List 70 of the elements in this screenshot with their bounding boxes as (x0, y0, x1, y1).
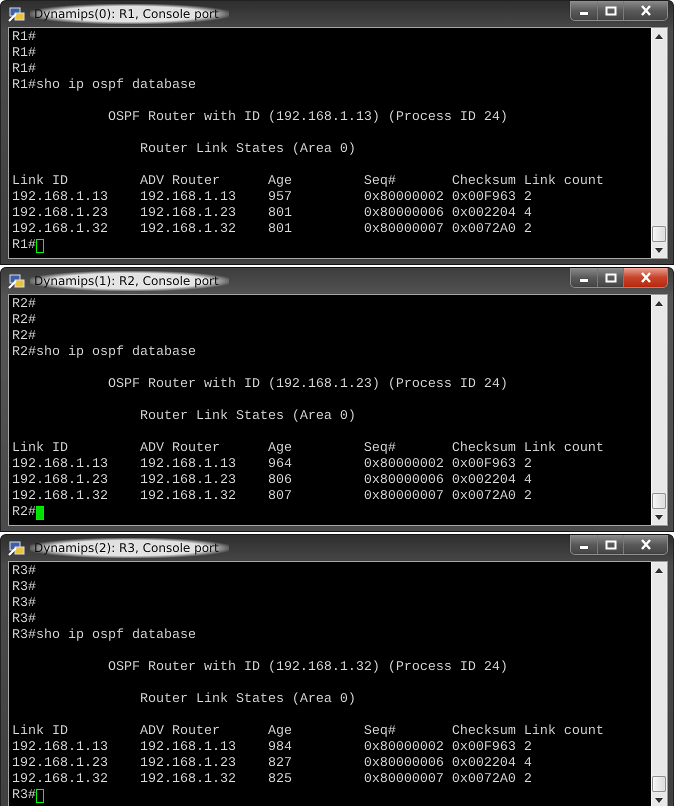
maximize-icon (604, 540, 616, 550)
console-line: 192.168.1.13 192.168.1.13 957 0x80000002 0x00F963 2 (12, 190, 533, 206)
minimize-icon (580, 279, 588, 282)
console-line: R1# (12, 30, 37, 46)
console-prompt: R1# (12, 238, 36, 254)
close-icon (640, 272, 652, 283)
console-app-icon (8, 539, 26, 557)
minimize-icon (580, 546, 588, 549)
console-line: OSPF Router with ID (192.168.1.32) (Process ID 24) (106, 660, 509, 676)
scroll-down-icon[interactable] (655, 248, 663, 252)
scroll-up-icon[interactable] (655, 568, 663, 572)
maximize-button[interactable] (597, 1, 623, 20)
close-icon (640, 5, 652, 16)
console-prompt: R2# (12, 505, 36, 521)
console-line: 192.168.1.32 192.168.1.32 825 0x80000007 0x0072A0 2 (12, 772, 533, 788)
scroll-up-icon[interactable] (655, 34, 663, 38)
scrollbar[interactable] (651, 562, 667, 806)
maximize-icon (604, 272, 616, 282)
console-line: 192.168.1.23 192.168.1.23 801 0x80000006 0x002204 4 (12, 206, 533, 222)
console-line: Link ID ADV Router Age Seq# Checksum Link count (12, 724, 605, 740)
minimize-icon (580, 12, 588, 15)
scroll-up-icon[interactable] (655, 300, 663, 306)
console-line: OSPF Router with ID (192.168.1.23) (Process ID 24) (106, 377, 509, 393)
scroll-down-icon[interactable] (655, 798, 663, 802)
console-line: R1#sho ip ospf database (12, 78, 197, 94)
console-line: R2# (12, 329, 37, 345)
console-app-icon (8, 272, 26, 290)
console-app-icon (8, 5, 26, 23)
console-line: R3# (12, 564, 37, 580)
minimize-button[interactable] (571, 1, 597, 20)
console-line: 192.168.1.32 192.168.1.32 801 0x80000007 0x0072A0 2 (12, 222, 533, 238)
maximize-button[interactable] (597, 535, 623, 554)
scrollbar[interactable] (651, 295, 667, 525)
console-line: Router Link States (Area 0) (138, 409, 357, 425)
window-title: Dynamips(2): R3, Console port (30, 538, 229, 558)
scroll-down-icon[interactable] (655, 514, 663, 520)
minimize-button[interactable] (571, 268, 597, 287)
scrollbar-thumb[interactable] (652, 226, 666, 242)
console-line: R3# (12, 596, 37, 612)
console-line: R3#sho ip ospf database (12, 628, 197, 644)
close-button[interactable] (623, 1, 667, 20)
console-line: R3# (12, 612, 37, 628)
scrollbar-thumb[interactable] (652, 776, 666, 792)
close-button[interactable] (623, 535, 667, 554)
close-icon (640, 539, 652, 550)
scrollbar-thumb[interactable] (652, 493, 666, 509)
console-line: R2# (12, 297, 37, 313)
console-line: R3# (12, 580, 37, 596)
close-button[interactable] (623, 268, 667, 287)
console-line: Router Link States (Area 0) (138, 142, 357, 158)
maximize-icon (604, 6, 616, 16)
console-line: 192.168.1.13 192.168.1.13 984 0x80000002 0x00F963 2 (12, 740, 533, 756)
minimize-button[interactable] (571, 535, 597, 554)
console-line: R1# (12, 62, 37, 78)
scrollbar[interactable] (651, 28, 667, 258)
console-line: Router Link States (Area 0) (138, 692, 357, 708)
console-line: R1# (12, 46, 37, 62)
window-title: Dynamips(0): R1, Console port (30, 4, 229, 24)
console-line: OSPF Router with ID (192.168.1.13) (Process ID 24) (106, 110, 509, 126)
maximize-button[interactable] (597, 268, 623, 287)
console-line: Link ID ADV Router Age Seq# Checksum Link count (12, 174, 605, 190)
console-line: 192.168.1.13 192.168.1.13 964 0x80000002 0x00F963 2 (12, 457, 533, 473)
window-title: Dynamips(1): R2, Console port (30, 271, 229, 291)
console-line: 192.168.1.32 192.168.1.32 807 0x80000007 0x0072A0 2 (12, 489, 533, 505)
console-line: 192.168.1.23 192.168.1.23 806 0x80000006 0x002204 4 (12, 473, 533, 489)
console-line: 192.168.1.23 192.168.1.23 827 0x80000006 0x002204 4 (12, 756, 533, 772)
console-line: R2# (12, 313, 37, 329)
console-line: R2#sho ip ospf database (12, 345, 197, 361)
console-line: Link ID ADV Router Age Seq# Checksum Link count (12, 441, 605, 457)
console-prompt: R3# (12, 788, 36, 804)
